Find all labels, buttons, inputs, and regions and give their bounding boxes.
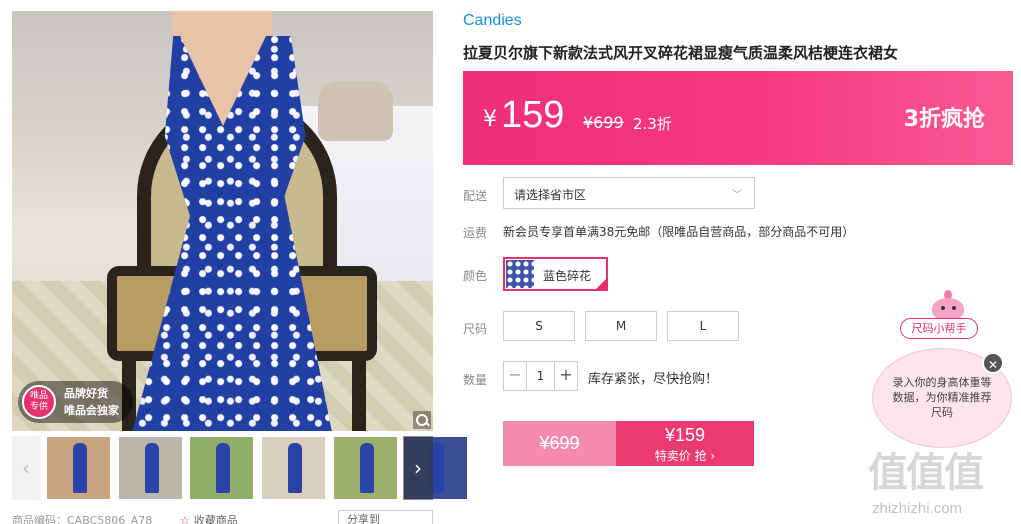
original-price: ¥699 (583, 113, 624, 132)
quantity-input[interactable]: 1 (526, 362, 555, 390)
thumbnail-prev-button[interactable]: ‹ (12, 436, 40, 500)
favorite-label: 收藏商品 (193, 514, 238, 524)
thumbnail[interactable] (47, 437, 110, 499)
photo-bag (318, 81, 393, 141)
thumbnail-next-button[interactable]: › (403, 436, 433, 500)
buy-now-price: ¥159 (664, 425, 706, 445)
watermark-url: zhizhizhi.com (872, 500, 963, 517)
discount-rate: 2.3折 (633, 115, 672, 133)
fee-label: 运费 (463, 226, 488, 240)
share-label: 分享到 (347, 513, 380, 524)
region-select[interactable]: 请选择省市区 ﹀ (503, 177, 755, 209)
thumbnail[interactable] (190, 437, 253, 499)
quantity-increase-button[interactable]: + (555, 362, 577, 390)
share-button[interactable]: 分享到 (338, 510, 433, 524)
close-icon[interactable]: ✕ (982, 352, 1004, 374)
shipping-fee-text: 新会员专享首单满38元免邮（限唯品自营商品，部分商品不可用） (503, 225, 855, 239)
stock-warning: 库存紧张，尽快抢购！ (588, 372, 719, 387)
quantity-stepper: − 1 + (503, 361, 578, 391)
vip-exclusive-icon: 唯品 专供 (22, 385, 56, 419)
size-option-m[interactable]: M (585, 311, 657, 341)
color-label: 颜色 (463, 269, 488, 283)
badge-line2: 唯品会独家 (64, 404, 119, 417)
quantity-decrease-button[interactable]: − (504, 362, 526, 390)
buy-now-button[interactable]: ¥159 特卖价 抢 › (616, 421, 754, 466)
watermark: 值值值 zhizhizhi.com (868, 440, 1018, 520)
thumbnail[interactable] (334, 437, 397, 499)
brand-link[interactable]: Candies (463, 12, 522, 30)
watermark-logo: 值值值 (868, 450, 984, 496)
photo-chair-leg (352, 356, 366, 431)
thumbnail[interactable] (262, 437, 325, 499)
brand-badge: 唯品 专供 品牌好货 唯品会独家 (18, 381, 133, 423)
currency-symbol: ¥ (483, 107, 497, 132)
mascot-icon[interactable] (928, 290, 968, 320)
main-product-image[interactable]: 唯品 专供 品牌好货 唯品会独家 (12, 11, 433, 431)
promo-label: 3折疯抢 (903, 107, 985, 132)
sku-code: 商品编码：CABC5806_A78 (12, 514, 153, 524)
size-option-s[interactable]: S (503, 311, 575, 341)
color-option-selected[interactable]: 蓝色碎花 ✓ (503, 257, 608, 291)
checkmark-icon: ✓ (594, 277, 608, 291)
size-label: 尺码 (463, 322, 488, 336)
badge-line1: 品牌好货 (64, 387, 108, 400)
size-helper-tag[interactable]: 尺码小帮手 (900, 318, 978, 339)
product-title: 拉夏贝尔旗下新款法式风开叉碎花裙显瘦气质温柔风桔梗连衣裙女 (463, 44, 899, 62)
color-swatch-image (506, 260, 534, 288)
chevron-down-icon: ﹀ (732, 190, 742, 201)
favorite-button[interactable]: ☆ 收藏商品 (180, 512, 238, 524)
current-price: 159 (501, 94, 565, 136)
color-option-label: 蓝色碎花 (543, 269, 592, 283)
price-banner: ¥ 159 ¥699 2.3折 3折疯抢 (463, 71, 1013, 165)
star-icon: ☆ (180, 514, 190, 524)
quantity-label: 数量 (463, 373, 488, 387)
product-meta-bar: 商品编码：CABC5806_A78 ☆ 收藏商品 分享到 (12, 510, 437, 524)
size-helper-text: 录入你的身高体重等数据，为你精准推荐尺码 (892, 376, 992, 419)
original-price-button[interactable]: ¥699 (503, 421, 616, 466)
region-placeholder: 请选择省市区 (514, 188, 587, 202)
thumbnail-strip: ‹ › (12, 436, 467, 500)
zoom-icon[interactable] (413, 411, 431, 429)
size-option-l[interactable]: L (667, 311, 739, 341)
thumbnail[interactable] (119, 437, 182, 499)
buy-now-label: 特卖价 抢 › (654, 449, 716, 463)
shipping-label: 配送 (463, 189, 488, 203)
